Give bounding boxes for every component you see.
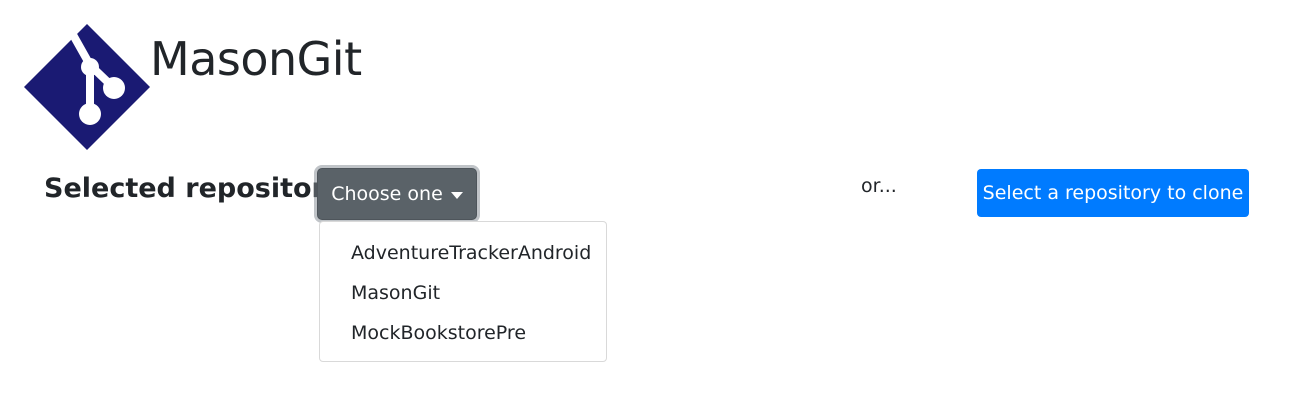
repository-dropdown-menu: AdventureTrackerAndroid MasonGit MockBoo… <box>319 221 607 362</box>
caret-down-icon <box>450 191 463 199</box>
dropdown-toggle-label: Choose one <box>331 183 443 205</box>
app-title: MasonGit <box>150 32 362 86</box>
app-header: MasonGit <box>24 24 362 150</box>
dropdown-item-mockbookstorepre[interactable]: MockBookstorePre <box>320 313 606 353</box>
choose-repository-dropdown-button[interactable]: Choose one <box>317 168 477 220</box>
or-separator-text: or... <box>861 175 897 197</box>
selected-repository-label: Selected repository: <box>44 173 354 204</box>
select-repository-to-clone-button[interactable]: Select a repository to clone <box>977 169 1249 217</box>
git-branch-logo-icon <box>24 24 150 150</box>
dropdown-item-adventuretrackerandroid[interactable]: AdventureTrackerAndroid <box>320 233 606 273</box>
dropdown-item-masongit[interactable]: MasonGit <box>320 273 606 313</box>
